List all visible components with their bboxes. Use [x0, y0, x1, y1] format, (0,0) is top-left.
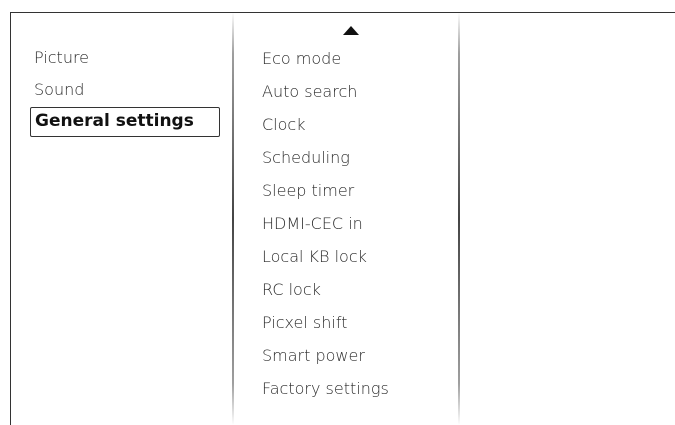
submenu-item-factory-settings[interactable]: Factory settings — [262, 372, 452, 405]
submenu-item-eco-mode[interactable]: Eco mode — [262, 42, 452, 75]
main-menu: Picture Sound General settings — [30, 42, 226, 137]
submenu-item-rc-lock[interactable]: RC lock — [262, 273, 452, 306]
submenu-item-auto-search[interactable]: Auto search — [262, 75, 452, 108]
submenu-item-smart-power[interactable]: Smart power — [262, 339, 452, 372]
main-menu-item-picture[interactable]: Picture — [30, 42, 226, 74]
left-border — [10, 12, 11, 425]
main-menu-item-sound[interactable]: Sound — [30, 74, 226, 106]
top-border — [10, 12, 675, 13]
main-menu-item-general-settings[interactable]: General settings — [30, 107, 220, 137]
submenu-item-sleep-timer[interactable]: Sleep timer — [262, 174, 452, 207]
submenu: Eco mode Auto search Clock Scheduling Sl… — [262, 42, 452, 405]
submenu-item-hdmi-cec-in[interactable]: HDMI-CEC in — [262, 207, 452, 240]
submenu-item-scheduling[interactable]: Scheduling — [262, 141, 452, 174]
submenu-item-pixel-shift[interactable]: Picxel shift — [262, 306, 452, 339]
submenu-item-clock[interactable]: Clock — [262, 108, 452, 141]
scroll-up-icon[interactable] — [343, 26, 359, 35]
osd-menu-frame: Picture Sound General settings Eco mode … — [0, 0, 675, 425]
submenu-item-local-kb-lock[interactable]: Local KB lock — [262, 240, 452, 273]
column-divider-2 — [458, 12, 460, 425]
column-divider-1 — [232, 12, 234, 425]
